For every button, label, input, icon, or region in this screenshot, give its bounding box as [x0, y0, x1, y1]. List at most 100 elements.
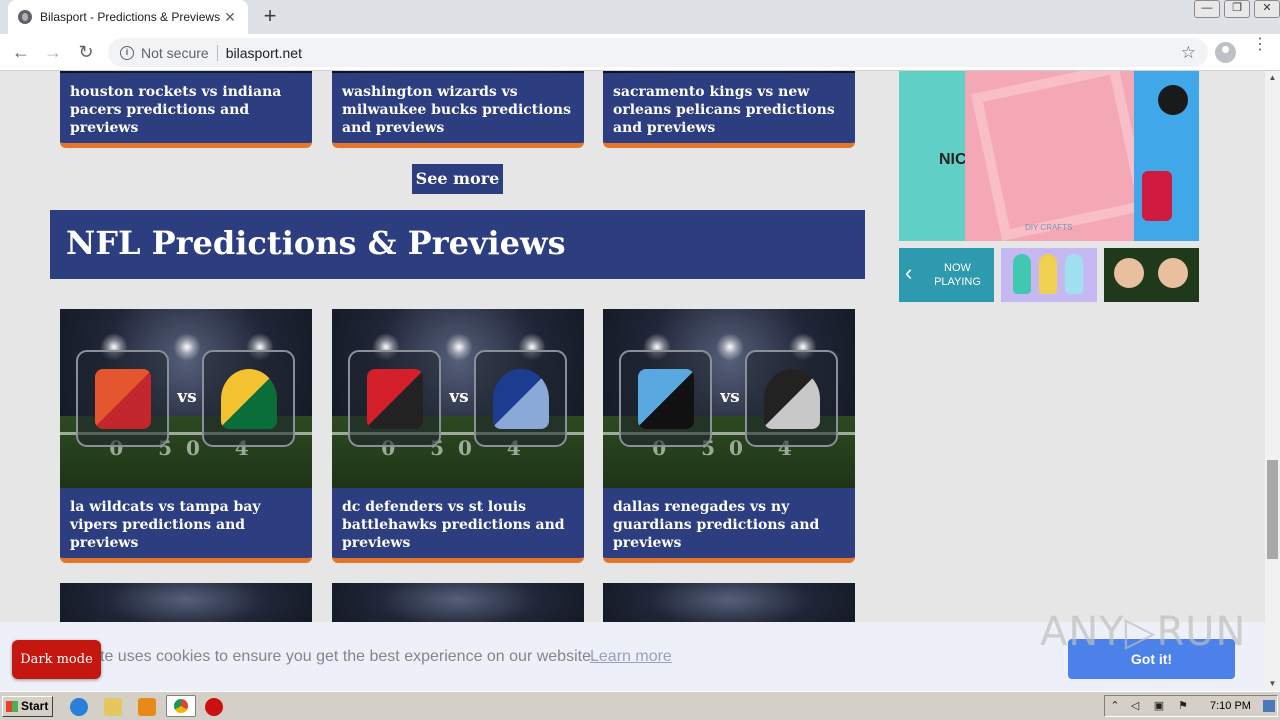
globe-icon	[18, 10, 32, 24]
video-thumbnail-now-playing[interactable]: ‹ NOW PLAYING	[899, 248, 994, 302]
maximize-button[interactable]: ❐	[1224, 0, 1250, 18]
team-logo-right	[745, 350, 838, 447]
team-logo-left	[619, 350, 712, 447]
reload-button[interactable]: ↻	[74, 40, 98, 64]
security-label: Not secure	[141, 44, 209, 61]
video-scene-book: NIC	[899, 71, 967, 241]
info-icon[interactable]: i	[120, 45, 134, 60]
folder-icon[interactable]	[104, 698, 122, 716]
url-text[interactable]: bilasport.net	[226, 45, 1181, 61]
card-thumbnail: 0 50 4 vs	[332, 309, 584, 488]
video-thumbnail[interactable]	[1001, 248, 1097, 302]
prediction-card[interactable]: houston rockets vs indiana pacers predic…	[60, 71, 312, 148]
flipflop-image	[1039, 254, 1057, 294]
card-title[interactable]: houston rockets vs indiana pacers predic…	[60, 73, 312, 137]
prediction-card[interactable]: 0 50 4 vs dallas renegades vs ny guardia…	[603, 309, 855, 563]
flag-icon[interactable]: ⚑	[1177, 700, 1189, 712]
card-title[interactable]: la wildcats vs tampa bay vipers predicti…	[60, 488, 312, 552]
video-scene-box	[965, 71, 1134, 241]
vertical-scrollbar[interactable]: ▲ ▼	[1265, 71, 1280, 691]
team-logo-icon	[94, 368, 151, 429]
system-tray: ⌃ ◁ ▣ ⚑ 7:10 PM	[1104, 695, 1278, 717]
card-title[interactable]: sacramento kings vs new orleans pelicans…	[603, 73, 855, 137]
page-viewport: houston rockets vs indiana pacers predic…	[0, 71, 1265, 691]
scrollbar-thumb[interactable]	[1267, 460, 1278, 559]
stadium-light	[173, 333, 201, 361]
video-credit: DIY CRAFTS	[1025, 223, 1073, 232]
profile-avatar-icon[interactable]	[1215, 42, 1236, 63]
scroll-down-icon[interactable]: ▼	[1265, 677, 1280, 691]
browser-toolbar: ← → ↻ i Not secure bilasport.net ☆ ⋮	[0, 34, 1280, 71]
close-tab-icon[interactable]: ✕	[222, 9, 238, 26]
clock: 7:10 PM	[1210, 700, 1251, 712]
team-logo-icon	[637, 368, 694, 429]
vs-label: vs	[177, 387, 197, 407]
card-thumbnail	[60, 71, 312, 73]
card-thumbnail	[332, 71, 584, 73]
team-logo-right	[202, 350, 295, 447]
scroll-up-icon[interactable]: ▲	[1265, 71, 1280, 85]
vs-label: vs	[449, 387, 469, 407]
prediction-card[interactable]: 0 50 4 vs dc defenders vs st louis battl…	[332, 309, 584, 563]
cookie-message: te uses cookies to ensure you get the be…	[100, 648, 596, 665]
card-thumbnail: 0 50 4 vs	[603, 309, 855, 488]
now-playing-label: NOW PLAYING	[934, 262, 981, 288]
person-image	[1158, 258, 1188, 288]
media-player-icon[interactable]	[138, 698, 156, 716]
volume-icon[interactable]: ◁	[1129, 700, 1141, 712]
team-logo-left	[348, 350, 441, 447]
card-thumbnail	[603, 71, 855, 73]
headphone-image	[1065, 254, 1083, 294]
tab-strip: Bilasport - Predictions & Previews ✕ + —…	[0, 0, 1280, 34]
internet-explorer-icon[interactable]	[70, 698, 88, 716]
video-player[interactable]: NIC DIY CRAFTS	[899, 71, 1199, 241]
section-banner: NFL Predictions & Previews	[50, 210, 865, 279]
forward-button[interactable]: →	[41, 40, 65, 64]
section-title: NFL Predictions & Previews	[66, 224, 566, 262]
window-controls: — ❐ ✕	[1190, 0, 1280, 20]
new-tab-button[interactable]: +	[258, 5, 282, 29]
prediction-card[interactable]: washington wizards vs milwaukee bucks pr…	[332, 71, 584, 148]
see-more-button[interactable]: See more	[412, 164, 503, 194]
close-window-button[interactable]: ✕	[1254, 0, 1280, 18]
team-logo-icon	[220, 368, 277, 429]
vs-label: vs	[720, 387, 740, 407]
card-title[interactable]: dallas renegades vs ny guardians predict…	[603, 488, 855, 552]
stadium-light	[716, 333, 744, 361]
opera-icon[interactable]	[205, 698, 223, 716]
back-button[interactable]: ←	[9, 40, 33, 64]
person-image	[1114, 258, 1144, 288]
tray-arrow-icon[interactable]: ⌃	[1109, 700, 1121, 712]
dark-mode-toggle[interactable]: Dark mode	[12, 640, 101, 679]
learn-more-link[interactable]: Learn more	[590, 648, 672, 666]
taskbar: Start ⌃ ◁ ▣ ⚑ 7:10 PM	[0, 691, 1280, 720]
popsicle-image	[1013, 254, 1031, 294]
stadium-light	[445, 333, 473, 361]
book-text: NIC	[939, 151, 967, 168]
team-logo-icon	[492, 368, 549, 429]
show-desktop-icon[interactable]	[1263, 700, 1275, 712]
menu-icon[interactable]: ⋮	[1252, 37, 1268, 62]
video-scene-jar	[1134, 71, 1199, 241]
network-icon[interactable]: ▣	[1153, 700, 1165, 712]
address-bar[interactable]: i Not secure bilasport.net ☆	[108, 38, 1208, 67]
minimize-button[interactable]: —	[1194, 0, 1220, 18]
video-thumbnail[interactable]	[1104, 248, 1199, 302]
team-logo-left	[76, 350, 169, 447]
anyrun-watermark: ANY▷RUN	[1040, 609, 1247, 655]
chevron-left-icon[interactable]: ‹	[905, 260, 912, 286]
divider	[216, 44, 218, 61]
tab-title: Bilasport - Predictions & Previews	[40, 10, 221, 24]
card-thumbnail: 0 50 4 vs	[60, 309, 312, 488]
team-logo-icon	[763, 368, 820, 429]
bookmark-star-icon[interactable]: ☆	[1181, 43, 1196, 63]
card-title[interactable]: dc defenders vs st louis battlehawks pre…	[332, 488, 584, 552]
prediction-card[interactable]: sacramento kings vs new orleans pelicans…	[603, 71, 855, 148]
start-button[interactable]: Start	[2, 696, 53, 717]
team-logo-right	[474, 350, 567, 447]
team-logo-icon	[366, 368, 423, 429]
card-title[interactable]: washington wizards vs milwaukee bucks pr…	[332, 73, 584, 137]
chrome-icon[interactable]	[166, 695, 196, 717]
prediction-card[interactable]: 0 50 4 vs la wildcats vs tampa bay viper…	[60, 309, 312, 563]
browser-tab[interactable]: Bilasport - Predictions & Previews ✕	[8, 0, 248, 34]
